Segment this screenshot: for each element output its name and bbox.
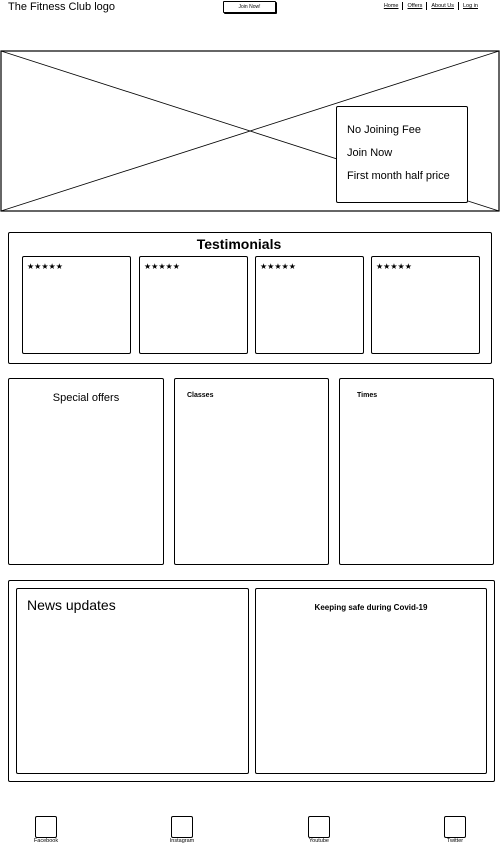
instagram-link[interactable]: Instagram xyxy=(154,816,210,845)
main-nav: Home Offers About Us Log in xyxy=(380,2,482,10)
nav-home-link[interactable]: Home xyxy=(380,2,403,10)
youtube-icon xyxy=(308,816,330,838)
covid-title: Keeping safe during Covid-19 xyxy=(314,603,428,612)
classes-title: Classes xyxy=(187,392,214,399)
testimonials-title: Testimonials xyxy=(196,236,282,252)
nav-offers-link[interactable]: Offers xyxy=(402,2,426,10)
twitter-label: Twitter xyxy=(446,838,464,844)
covid-panel[interactable]: Keeping safe during Covid-19 xyxy=(255,588,487,774)
classes-panel[interactable]: Classes xyxy=(174,378,329,565)
youtube-label: Youtube xyxy=(309,838,329,844)
promo-first-month: First month half price xyxy=(347,170,450,182)
nav-about-link[interactable]: About Us xyxy=(426,2,458,10)
star-rating-icon: ★★★★★ xyxy=(27,262,63,271)
times-title: Times xyxy=(357,392,378,399)
testimonial-card[interactable]: ★★★★★ xyxy=(255,256,364,354)
youtube-link[interactable]: Youtube xyxy=(291,816,347,845)
news-updates-title: News updates xyxy=(27,597,116,613)
nav-login-link[interactable]: Log in xyxy=(458,2,482,10)
promo-join-now[interactable]: Join Now xyxy=(347,147,392,159)
star-rating-icon: ★★★★★ xyxy=(376,262,412,271)
promo-box: No Joining Fee Join Now First month half… xyxy=(336,106,468,203)
twitter-icon xyxy=(444,816,466,838)
times-panel[interactable]: Times xyxy=(339,378,494,565)
news-updates-panel[interactable]: News updates xyxy=(16,588,249,774)
join-now-button[interactable]: Join Now! xyxy=(223,1,276,13)
testimonial-card[interactable]: ★★★★★ xyxy=(139,256,248,354)
special-offers-title: Special offers xyxy=(52,392,120,404)
star-rating-icon: ★★★★★ xyxy=(260,262,296,271)
site-logo[interactable]: The Fitness Club logo xyxy=(8,0,115,14)
special-offers-panel[interactable]: Special offers xyxy=(8,378,164,565)
testimonial-card[interactable]: ★★★★★ xyxy=(371,256,480,354)
facebook-link[interactable]: Facebook xyxy=(18,816,74,845)
instagram-icon xyxy=(171,816,193,838)
facebook-icon xyxy=(35,816,57,838)
star-rating-icon: ★★★★★ xyxy=(144,262,180,271)
twitter-link[interactable]: Twitter xyxy=(427,816,483,845)
promo-no-joining-fee: No Joining Fee xyxy=(347,124,421,136)
testimonial-card[interactable]: ★★★★★ xyxy=(22,256,131,354)
instagram-label: Instagram xyxy=(169,838,195,844)
facebook-label: Facebook xyxy=(33,838,59,844)
